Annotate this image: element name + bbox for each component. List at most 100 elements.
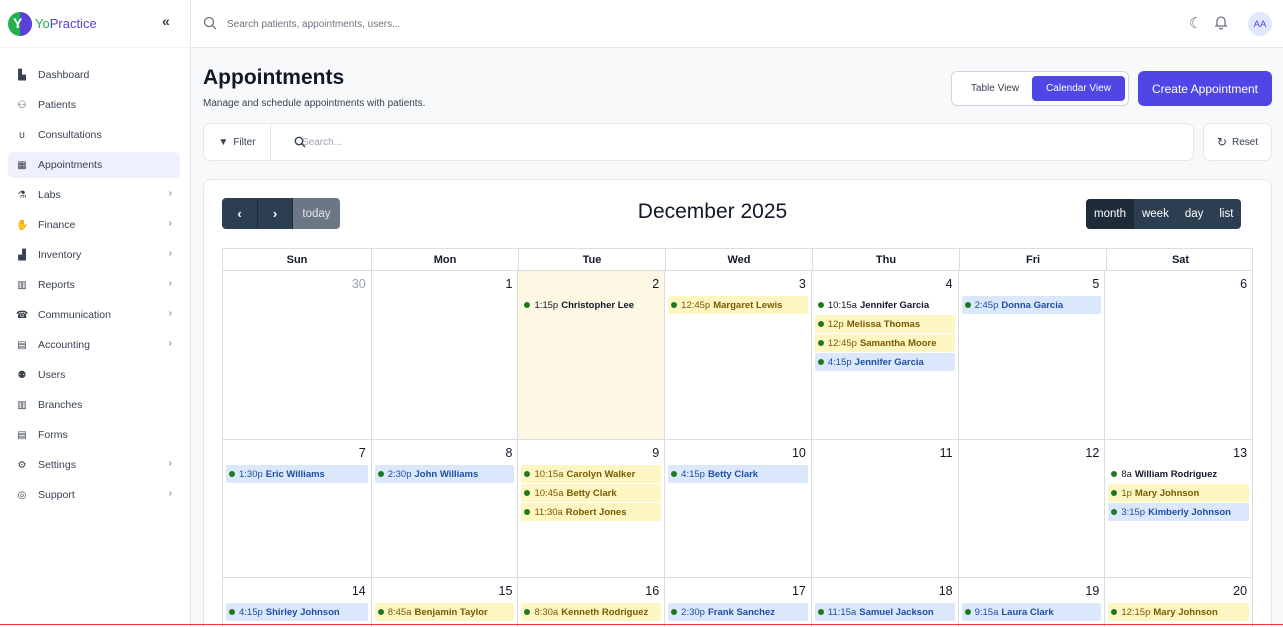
- appointment-event[interactable]: 8:45a Benjamin Taylor: [374, 603, 515, 621]
- day-number[interactable]: 9: [652, 446, 659, 460]
- appointment-event[interactable]: 12p Melissa Thomas: [814, 315, 955, 333]
- day-cell[interactable]: 6: [1104, 271, 1252, 439]
- day-cell[interactable]: 11: [810, 440, 958, 577]
- appointment-event[interactable]: 12:45p Margaret Lewis: [668, 296, 808, 314]
- day-cell[interactable]: 18 11:15a Samuel Jackson: [810, 578, 958, 627]
- day-number[interactable]: 5: [1092, 277, 1099, 291]
- sidebar-item-labs[interactable]: ⚗ Labs ›: [8, 182, 180, 208]
- day-number[interactable]: 1: [505, 277, 512, 291]
- sidebar-item-appointments[interactable]: ▦ Appointments: [8, 152, 180, 178]
- today-button[interactable]: today: [292, 198, 340, 229]
- appointment-event[interactable]: 10:15a Carolyn Walker: [521, 465, 662, 483]
- appointment-event[interactable]: 12:15p Mary Johnson: [1108, 603, 1250, 621]
- day-cell[interactable]: 15 8:45a Benjamin Taylor: [370, 578, 518, 627]
- appointment-event[interactable]: 1:30p Eric Williams: [226, 465, 368, 483]
- sidebar-item-branches[interactable]: ▥ Branches: [8, 392, 180, 418]
- day-number[interactable]: 13: [1233, 446, 1247, 460]
- day-number[interactable]: 16: [645, 584, 659, 598]
- chevron-right-icon[interactable]: ›: [169, 248, 172, 259]
- create-appointment-button[interactable]: Create Appointment: [1138, 71, 1272, 106]
- sidebar-item-reports[interactable]: ▥ Reports ›: [8, 272, 180, 298]
- appointment-event[interactable]: 3:15p Kimberly Johnson: [1108, 503, 1250, 521]
- sidebar-item-support[interactable]: ◎ Support ›: [8, 482, 180, 508]
- table-view-button[interactable]: Table View: [958, 76, 1032, 101]
- day-number[interactable]: 6: [1240, 277, 1247, 291]
- day-number[interactable]: 7: [359, 446, 366, 460]
- chevron-right-icon[interactable]: ›: [169, 308, 172, 319]
- appointment-event[interactable]: 12:45p Samantha Moore: [814, 334, 955, 352]
- bell-icon[interactable]: [1213, 14, 1229, 30]
- sidebar-item-users[interactable]: ⚉ Users: [8, 362, 180, 388]
- day-cell[interactable]: 13 8a William Rodriguez 1p Mary Johnson 3:15p…: [1104, 440, 1252, 577]
- sidebar-item-consultations[interactable]: ʊ Consultations: [8, 122, 180, 148]
- day-number[interactable]: 2: [652, 277, 659, 291]
- range-list-button[interactable]: list: [1211, 199, 1241, 229]
- global-search-input[interactable]: [227, 12, 627, 36]
- sidebar-item-accounting[interactable]: ▤ Accounting ›: [8, 332, 180, 358]
- appointment-event[interactable]: 10:45a Betty Clark: [521, 484, 662, 502]
- day-number[interactable]: 15: [499, 584, 513, 598]
- appointment-event[interactable]: 1:15p Christopher Lee: [521, 296, 661, 314]
- appointment-event[interactable]: 1p Mary Johnson: [1108, 484, 1250, 502]
- appointment-event[interactable]: 11:15a Samuel Jackson: [814, 603, 955, 621]
- appointment-event[interactable]: 9:15a Laura Clark: [961, 603, 1102, 621]
- prev-month-button[interactable]: ‹: [222, 198, 257, 229]
- appointment-event[interactable]: 8a William Rodriguez: [1108, 465, 1249, 483]
- chevron-right-icon[interactable]: ›: [169, 458, 172, 469]
- day-number[interactable]: 3: [799, 277, 806, 291]
- day-number[interactable]: 20: [1233, 584, 1247, 598]
- day-cell[interactable]: 1: [370, 271, 518, 439]
- day-number[interactable]: 11: [940, 446, 953, 460]
- dark-mode-icon[interactable]: ☾: [1189, 14, 1202, 32]
- brand[interactable]: Y YoPractice «: [0, 0, 190, 48]
- sidebar-item-forms[interactable]: ▤ Forms: [8, 422, 180, 448]
- day-cell[interactable]: 9 10:15a Carolyn Walker 10:45a Betty Clark 11…: [517, 440, 664, 577]
- avatar[interactable]: AA: [1248, 12, 1272, 36]
- day-number[interactable]: 30: [352, 277, 366, 291]
- day-number[interactable]: 17: [792, 584, 806, 598]
- range-month-button[interactable]: month: [1086, 199, 1134, 229]
- sidebar-item-settings[interactable]: ⚙ Settings ›: [8, 452, 180, 478]
- next-month-button[interactable]: ›: [257, 198, 292, 229]
- day-cell[interactable]: 16 8:30a Kenneth Rodriguez: [517, 578, 664, 627]
- day-cell[interactable]: 2 1:15p Christopher Lee: [517, 271, 665, 439]
- day-cell[interactable]: 4 10:15a Jennifer Garcia 12p Melissa Thomas 1…: [810, 271, 958, 439]
- appointment-event[interactable]: 10:15a Jennifer Garcia: [815, 296, 955, 314]
- appointment-event[interactable]: 11:30a Robert Jones: [521, 503, 662, 521]
- day-number[interactable]: 18: [939, 584, 953, 598]
- appointment-event[interactable]: 2:30p John Williams: [374, 465, 515, 483]
- day-cell[interactable]: 19 9:15a Laura Clark: [957, 578, 1105, 627]
- sidebar-item-dashboard[interactable]: ▙ Dashboard: [8, 62, 180, 88]
- reset-button[interactable]: ↻ Reset: [1203, 123, 1272, 161]
- day-cell[interactable]: 5 2:45p Donna Garcia: [957, 271, 1105, 439]
- day-number[interactable]: 8: [505, 446, 512, 460]
- range-day-button[interactable]: day: [1177, 199, 1212, 229]
- appointment-event[interactable]: 2:30p Frank Sanchez: [668, 603, 808, 621]
- day-cell[interactable]: 7 1:30p Eric Williams: [223, 440, 371, 577]
- collapse-sidebar-icon[interactable]: «: [162, 13, 170, 29]
- day-cell[interactable]: 14 4:15p Shirley Johnson: [223, 578, 371, 627]
- appointment-event[interactable]: 4:15p Shirley Johnson: [226, 603, 368, 621]
- day-number[interactable]: 19: [1085, 584, 1099, 598]
- appointment-event[interactable]: 4:15p Jennifer Garcia: [814, 353, 955, 371]
- chevron-right-icon[interactable]: ›: [169, 488, 172, 499]
- appointment-search-input[interactable]: [302, 132, 902, 152]
- day-cell[interactable]: 17 2:30p Frank Sanchez: [664, 578, 811, 627]
- appointment-event[interactable]: 2:45p Donna Garcia: [961, 296, 1102, 314]
- appointment-event[interactable]: 8:30a Kenneth Rodriguez: [521, 603, 662, 621]
- chevron-right-icon[interactable]: ›: [169, 218, 172, 229]
- day-cell[interactable]: 3 12:45p Margaret Lewis: [664, 271, 811, 439]
- calendar-view-button[interactable]: Calendar View: [1032, 76, 1125, 101]
- chevron-right-icon[interactable]: ›: [169, 278, 172, 289]
- day-cell[interactable]: 10 4:15p Betty Clark: [664, 440, 811, 577]
- sidebar-item-communication[interactable]: ☎ Communication ›: [8, 302, 180, 328]
- chevron-right-icon[interactable]: ›: [169, 338, 172, 349]
- day-number[interactable]: 4: [946, 277, 953, 291]
- sidebar-item-inventory[interactable]: ▟ Inventory ›: [8, 242, 180, 268]
- range-week-button[interactable]: week: [1134, 199, 1177, 229]
- day-number[interactable]: 14: [352, 584, 366, 598]
- filter-button[interactable]: ▼ Filter: [204, 124, 271, 160]
- day-cell[interactable]: 30: [223, 271, 371, 439]
- day-cell[interactable]: 20 12:15p Mary Johnson: [1104, 578, 1252, 627]
- day-cell[interactable]: 12: [957, 440, 1105, 577]
